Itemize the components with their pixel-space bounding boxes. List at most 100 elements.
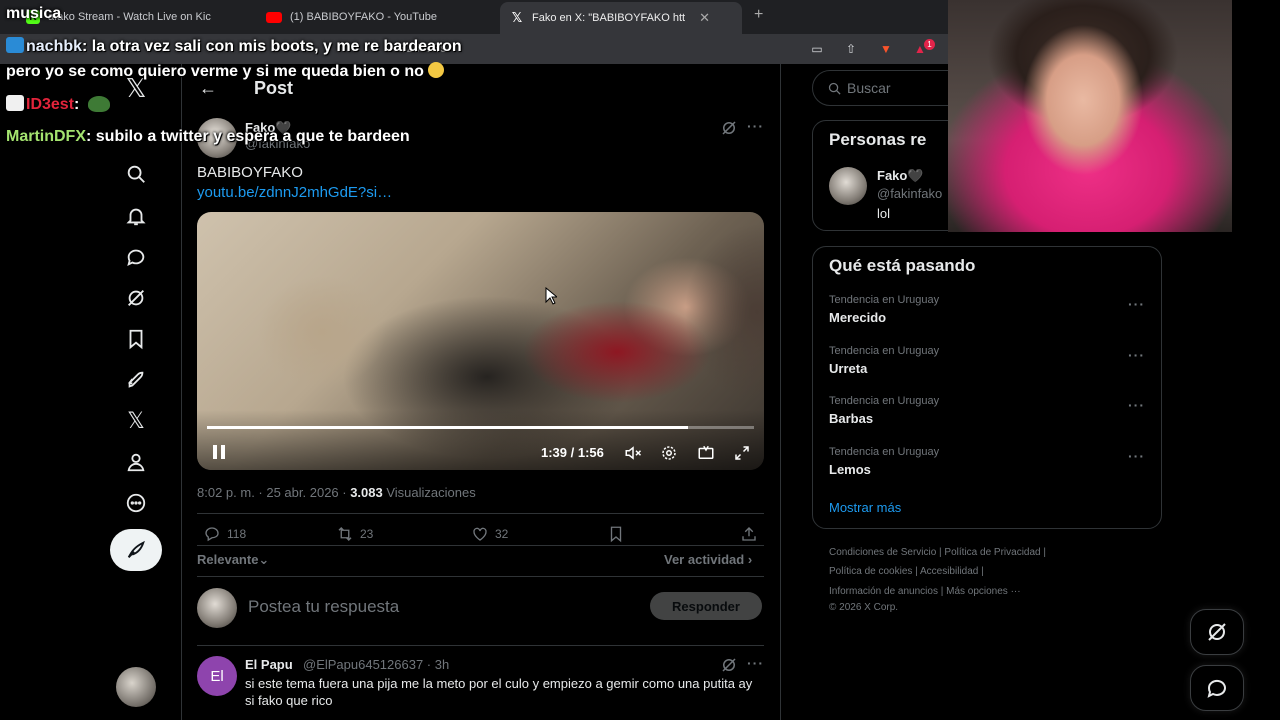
trend-name[interactable]: Merecido	[829, 310, 886, 325]
reply-submit-button[interactable]: Responder	[650, 592, 762, 620]
relevant-people-title: Personas re	[829, 130, 927, 149]
trends-title: Qué está pasando	[829, 256, 976, 275]
pause-icon[interactable]	[213, 445, 229, 461]
grok-explain-icon[interactable]	[720, 656, 738, 674]
chat-message: pero yo se como quiero verme y si me que…	[6, 62, 444, 81]
back-arrow-icon[interactable]: ←	[199, 78, 217, 99]
more-options-icon[interactable]	[124, 491, 148, 515]
tab-youtube[interactable]: (1) BABIBOYFAKO - YouTube	[256, 4, 492, 30]
like-action-button[interactable]: 32	[471, 525, 508, 543]
person-name[interactable]: Fako🖤	[877, 168, 924, 184]
close-tab-icon[interactable]: ✕	[699, 10, 710, 26]
trend-category: Tendencia en Uruguay	[829, 446, 940, 458]
cast-icon[interactable]: ▭	[809, 42, 825, 56]
comment-text: si este tema fuera una pija me la meto p…	[245, 676, 753, 708]
chat-text: la otra vez sali con mis boots, y me re …	[91, 38, 462, 55]
account-avatar[interactable]	[116, 667, 156, 707]
chat-text: pero yo se como quiero verme y si me que…	[6, 63, 424, 80]
show-more-link[interactable]: Mostrar más	[829, 500, 901, 515]
picture-in-picture-icon[interactable]	[697, 444, 715, 462]
tab-x-post[interactable]: 𝕏 Fako en X: "BABIBOYFAKO htt ✕	[500, 2, 742, 34]
search-placeholder: Buscar	[847, 80, 891, 96]
chat-username: ID3est	[26, 96, 75, 113]
bookmarks-icon[interactable]	[124, 327, 148, 351]
commenter-handle[interactable]: @ElPapu645126637 · 3h	[303, 657, 449, 672]
sort-replies-dropdown[interactable]: Relevante⌄	[197, 552, 269, 568]
repost-icon	[338, 527, 352, 541]
commenter-avatar[interactable]: El	[197, 656, 237, 696]
fullscreen-icon[interactable]	[733, 444, 751, 462]
mute-icon[interactable]	[624, 444, 642, 462]
post-more-icon[interactable]: ···	[747, 118, 764, 134]
share-icon[interactable]: ⇧	[843, 42, 859, 56]
video-progress-bar[interactable]	[207, 426, 754, 429]
reply-count: 118	[227, 527, 247, 541]
chat-message: nachbk: la otra vez sali con mis boots, …	[6, 37, 462, 56]
settings-gear-icon[interactable]	[660, 444, 678, 462]
repost-action-button[interactable]: 23	[336, 525, 373, 543]
repost-count: 23	[360, 527, 374, 541]
trends-card	[812, 246, 1162, 529]
search-icon[interactable]	[124, 162, 148, 186]
comment-more-icon[interactable]: ···	[747, 655, 764, 671]
footer-links[interactable]: Información de anuncios | Más opciones ·…	[829, 586, 1021, 597]
view-label: Visualizaciones	[382, 485, 476, 500]
thinking-emoji-icon	[427, 62, 444, 78]
video-controls-shade	[197, 410, 764, 470]
tab-label: afako Stream - Watch Live on Kic	[48, 11, 211, 23]
messages-icon[interactable]	[124, 245, 148, 269]
trend-more-icon[interactable]: ···	[1128, 347, 1145, 363]
new-tab-button[interactable]: +	[754, 6, 763, 24]
person-handle[interactable]: @fakinfako	[877, 186, 942, 201]
webcam-overlay	[948, 0, 1232, 232]
bookmark-action-button[interactable]	[607, 525, 625, 543]
messages-fab-button[interactable]	[1190, 665, 1244, 711]
like-count: 32	[495, 527, 509, 541]
compose-post-button[interactable]	[110, 529, 162, 571]
chat-badge-icon	[6, 95, 24, 111]
trend-name[interactable]: Urreta	[829, 361, 867, 376]
footer-links[interactable]: Política de cookies | Accesibilidad |	[829, 566, 984, 577]
view-activity-link[interactable]: Ver actividad ›	[664, 552, 752, 567]
feather-icon	[127, 540, 145, 558]
trend-more-icon[interactable]: ···	[1128, 296, 1145, 312]
person-avatar[interactable]	[829, 167, 867, 205]
reply-input[interactable]: Postea tu respuesta	[248, 597, 399, 617]
post-link[interactable]: youtu.be/zdnnJ2mhGdE?si…	[197, 184, 392, 201]
messages-icon	[1207, 679, 1226, 698]
divider	[197, 545, 764, 546]
premium-x-icon[interactable]: 𝕏	[124, 408, 148, 433]
grok-icon[interactable]	[124, 286, 148, 310]
trend-name[interactable]: Barbas	[829, 411, 873, 426]
page-title: Post	[254, 78, 294, 98]
video-player[interactable]: 1:39 / 1:56	[197, 212, 764, 470]
notifications-bell-icon[interactable]	[124, 204, 148, 228]
share-action-button[interactable]	[740, 525, 758, 543]
share-icon	[742, 527, 756, 541]
profile-icon[interactable]	[124, 450, 148, 474]
browser-tab-bar: K afako Stream - Watch Live on Kic (1) B…	[0, 0, 948, 34]
brave-shield-icon[interactable]: ▼	[878, 42, 894, 56]
commenter-name[interactable]: El Papu	[245, 657, 293, 672]
person-bio: lol	[877, 206, 891, 221]
reply-icon	[205, 527, 219, 542]
grok-explain-icon[interactable]	[720, 119, 738, 137]
grok-fab-button[interactable]	[1190, 609, 1244, 655]
mouse-cursor-icon	[545, 287, 557, 305]
trend-more-icon[interactable]: ···	[1128, 397, 1145, 413]
own-avatar	[197, 588, 237, 628]
tab-label: (1) BABIBOYFAKO - YouTube	[290, 11, 437, 23]
chat-badge-icon	[6, 37, 24, 53]
footer-links[interactable]: Condiciones de Servicio | Política de Pr…	[829, 547, 1046, 558]
trend-name[interactable]: Lemos	[829, 462, 871, 477]
x-icon: 𝕏	[511, 10, 523, 25]
trend-more-icon[interactable]: ···	[1128, 448, 1145, 464]
post-timestamp[interactable]: 8:02 p. m. · 25 abr. 2026 ·	[197, 485, 350, 500]
rocket-icon[interactable]	[124, 368, 148, 392]
column-divider	[181, 64, 182, 720]
chat-message: ID3est:	[6, 95, 110, 114]
chat-username: nachbk	[26, 38, 83, 55]
column-divider	[780, 64, 781, 720]
grok-icon	[1208, 623, 1226, 641]
reply-action-button[interactable]: 118	[203, 525, 246, 543]
